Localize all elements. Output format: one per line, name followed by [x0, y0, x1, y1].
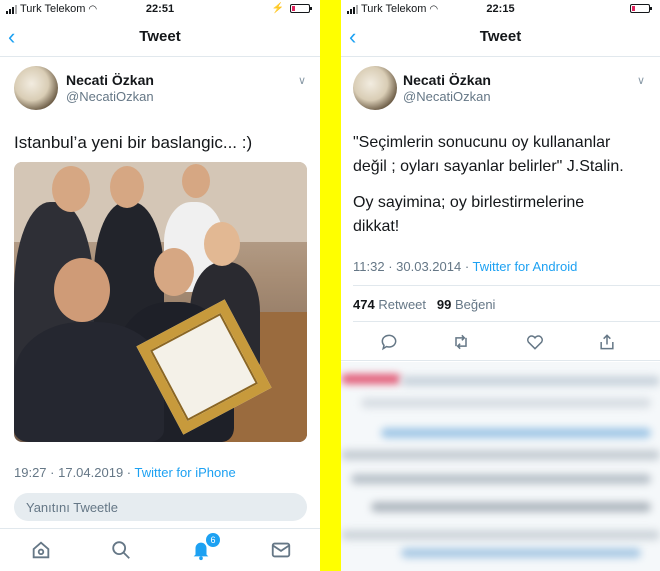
- tweet-photo[interactable]: [14, 162, 307, 442]
- blur-strip: [341, 374, 401, 384]
- separator: [353, 285, 660, 286]
- tweet-source-link[interactable]: Twitter for iPhone: [135, 465, 236, 480]
- separator: [341, 360, 660, 361]
- author-name[interactable]: Necati Özkan: [403, 72, 491, 88]
- separator: [353, 321, 660, 322]
- photo-face: [110, 166, 144, 208]
- photo-face: [154, 248, 194, 296]
- tweet-source-link[interactable]: Twitter for Android: [473, 259, 578, 274]
- blur-strip: [401, 548, 641, 558]
- photo-face: [204, 222, 240, 266]
- like-count[interactable]: 99: [437, 297, 451, 312]
- left-screenshot: Turk Telekom ◠ 22:51 ⚡ ‹ Tweet Necati Öz…: [0, 0, 320, 571]
- blur-strip: [361, 398, 651, 408]
- tweet-meta: 11:32 · 30.03.2014 · Twitter for Android: [353, 259, 578, 274]
- tweet-date: 17.04.2019: [58, 465, 124, 480]
- avatar[interactable]: [14, 66, 58, 110]
- avatar[interactable]: [353, 66, 397, 110]
- home-icon[interactable]: [30, 539, 52, 561]
- tweet-date: 30.03.2014: [396, 259, 462, 274]
- nav-bar: ‹ Tweet: [0, 20, 320, 57]
- battery-icon: [290, 4, 312, 13]
- blur-strip: [351, 474, 651, 484]
- charging-icon: ⚡: [271, 3, 284, 14]
- search-icon[interactable]: [110, 539, 132, 561]
- reply-input[interactable]: Yanıtını Tweetle: [14, 493, 307, 521]
- nav-title: Tweet: [479, 28, 522, 45]
- author-handle[interactable]: @NecatiOzkan: [66, 89, 154, 104]
- tweet-stats: 474 Retweet 99 Beğeni: [353, 297, 495, 312]
- reply-icon[interactable]: [379, 332, 399, 352]
- tweet-text: "Seçimlerin sonucunu oy kullananlar deği…: [353, 131, 624, 239]
- status-bar: Turk Telekom ◠ 22:15: [341, 0, 660, 18]
- photo-face: [54, 258, 110, 322]
- tweet-line: "Seçimlerin sonucunu oy kullananlar: [353, 134, 611, 151]
- blur-strip: [341, 450, 660, 460]
- like-heart-icon[interactable]: [525, 332, 545, 352]
- retweet-icon[interactable]: [451, 332, 471, 352]
- retweet-count[interactable]: 474: [353, 297, 375, 312]
- status-bar: Turk Telekom ◠ 22:51 ⚡: [0, 0, 320, 18]
- tweet-meta: 19:27 · 17.04.2019 · Twitter for iPhone: [14, 465, 236, 480]
- tweet-line: Oy sayimina; oy birlestirmelerine: [353, 194, 585, 211]
- blur-strip: [401, 376, 660, 386]
- retweet-label[interactable]: Retweet: [378, 297, 426, 312]
- nav-title: Tweet: [139, 28, 181, 45]
- chevron-down-icon[interactable]: ∨: [298, 74, 306, 87]
- tweet-line: dikkat!: [353, 218, 400, 235]
- tweet-actions: [341, 330, 660, 358]
- tweet-time: 19:27: [14, 465, 47, 480]
- divider-bar: [320, 0, 341, 571]
- author-handle[interactable]: @NecatiOzkan: [403, 89, 491, 104]
- nav-bar: ‹ Tweet: [341, 20, 660, 57]
- blur-strip: [381, 428, 651, 438]
- notifications-badge: 6: [206, 533, 220, 547]
- blur-strip: [341, 530, 660, 540]
- share-icon[interactable]: [597, 332, 617, 352]
- blur-strip: [371, 502, 651, 512]
- photo-person: [14, 322, 164, 442]
- messages-envelope-icon[interactable]: [270, 539, 292, 561]
- blurred-replies: [341, 362, 660, 571]
- battery-icon: [630, 4, 652, 13]
- tab-bar: [0, 528, 320, 571]
- chevron-down-icon[interactable]: ∨: [637, 74, 645, 87]
- tweet-time: 11:32: [353, 259, 385, 274]
- tweet-text: Istanbul’a yeni bir baslangic... :): [14, 133, 253, 152]
- status-time: 22:15: [486, 3, 515, 15]
- photo-face: [52, 166, 90, 212]
- author-name[interactable]: Necati Özkan: [66, 72, 154, 88]
- reply-placeholder: Yanıtını Tweetle: [26, 500, 119, 515]
- photo-face: [182, 164, 210, 198]
- right-screenshot: Turk Telekom ◠ 22:15 ‹ Tweet Necati Özka…: [341, 0, 660, 571]
- like-label[interactable]: Beğeni: [455, 297, 495, 312]
- tweet-line: değil ; oyları sayanlar belirler" J.Stal…: [353, 158, 624, 175]
